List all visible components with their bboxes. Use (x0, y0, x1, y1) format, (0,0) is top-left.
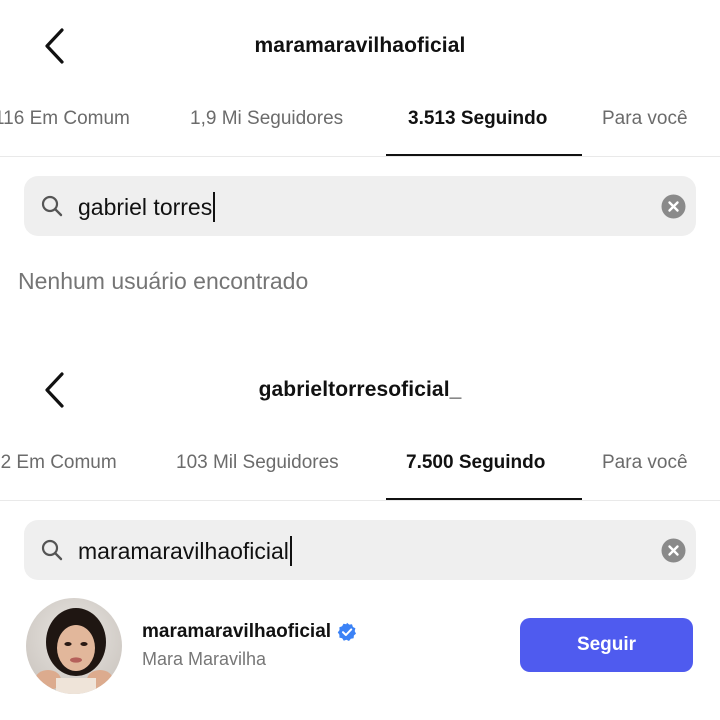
profile-following-panel-1: maramaravilhaoficial 116 Em Comum 1,9 Mi… (0, 0, 720, 344)
search-query-text: gabriel torres (78, 193, 213, 220)
search-icon (41, 195, 63, 217)
follow-button[interactable]: Seguir (520, 618, 693, 672)
tab-mutual[interactable]: 116 Em Comum (0, 108, 130, 130)
result-username[interactable]: maramaravilhaoficial (142, 621, 357, 643)
result-full-name: Mara Maravilha (142, 649, 267, 669)
search-query[interactable]: gabriel torres (78, 192, 216, 222)
tab-following[interactable]: 3.513 Seguindo (408, 108, 547, 130)
search-query[interactable]: maramaravilhaoficial (78, 536, 292, 566)
profile-photo (26, 598, 122, 694)
tab-followers[interactable]: 1,9 Mi Seguidores (190, 108, 343, 130)
tabs-divider (0, 156, 720, 157)
clear-circle-icon[interactable] (661, 538, 686, 563)
clear-circle-icon[interactable] (661, 194, 686, 219)
avatar[interactable] (26, 598, 122, 694)
profile-following-panel-2: gabrieltorresoficial_ 32 Em Comum 103 Mi… (0, 344, 720, 720)
user-result-row[interactable]: maramaravilhaoficial Mara Maravilha Segu… (0, 598, 720, 698)
tab-for-you[interactable]: Para você (602, 452, 688, 474)
search-icon (41, 539, 63, 561)
search-input[interactable]: gabriel torres (24, 176, 696, 236)
search-query-text: maramaravilhaoficial (78, 537, 289, 564)
search-input[interactable]: maramaravilhaoficial (24, 520, 696, 580)
tabs-divider (0, 500, 720, 501)
profile-username-title: gabrieltorresoficial_ (258, 378, 462, 401)
result-username-text: maramaravilhaoficial (142, 621, 332, 642)
tab-following[interactable]: 7.500 Seguindo (406, 452, 545, 474)
profile-header: maramaravilhaoficial (0, 0, 720, 90)
profile-header: gabrieltorresoficial_ (0, 344, 720, 434)
relationship-tabs: 116 Em Comum 1,9 Mi Seguidores 3.513 Seg… (0, 96, 720, 157)
profile-username-title: maramaravilhaoficial (254, 34, 466, 57)
text-caret (289, 536, 292, 566)
no-users-found-message: Nenhum usuário encontrado (18, 268, 309, 294)
verified-badge-icon (337, 622, 357, 641)
tab-followers[interactable]: 103 Mil Seguidores (176, 452, 339, 474)
tab-for-you[interactable]: Para você (602, 108, 688, 130)
tab-mutual[interactable]: 32 Em Comum (0, 452, 117, 474)
text-caret (213, 192, 216, 222)
relationship-tabs: 32 Em Comum 103 Mil Seguidores 7.500 Seg… (0, 440, 720, 501)
